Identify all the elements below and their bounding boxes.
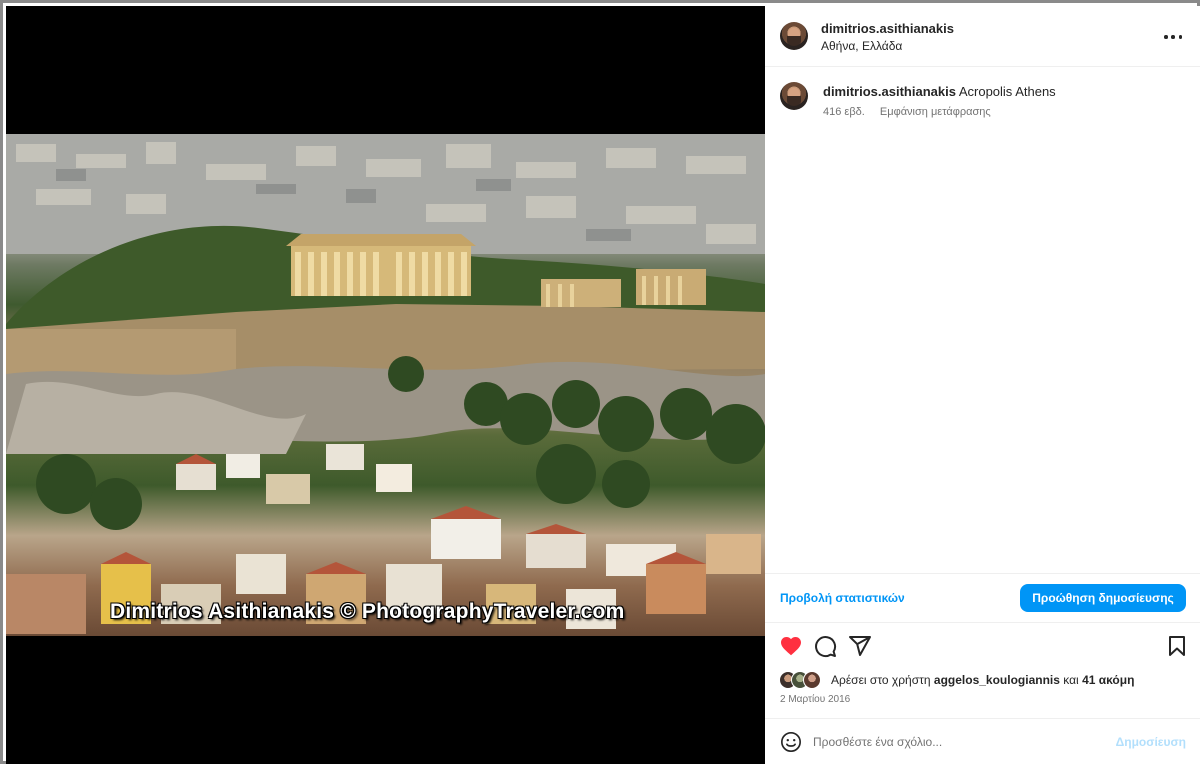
acropolis-photo-illustration [6, 134, 765, 634]
post-date[interactable]: 2 Μαρτίου 2016 [780, 694, 850, 705]
likes-prefix: Αρέσει στο χρήστη [831, 673, 931, 687]
post-location[interactable]: Αθήνα, Ελλάδα [821, 39, 902, 53]
caption-body: Acropolis Athens [958, 84, 1056, 99]
post-header: dimitrios.asithianakis Αθήνα, Ελλάδα [765, 6, 1200, 67]
post-caption: dimitrios.asithianakis Acropolis Athens … [765, 68, 1200, 573]
post-media[interactable]: Dimitrios Asithianakis © PhotographyTrav… [6, 6, 765, 764]
caption-age[interactable]: 416 εβδ. [823, 106, 865, 118]
post-photo: Dimitrios Asithianakis © PhotographyTrav… [6, 134, 765, 636]
comment-icon[interactable] [813, 634, 837, 658]
caption-username[interactable]: dimitrios.asithianakis [823, 84, 956, 99]
caption-avatar[interactable] [780, 82, 808, 110]
heart-filled-icon[interactable] [779, 634, 803, 658]
emoji-icon[interactable] [780, 731, 802, 753]
liker-username[interactable]: aggelos_koulogiannis [934, 673, 1060, 687]
share-icon[interactable] [848, 634, 872, 658]
photo-watermark: Dimitrios Asithianakis © PhotographyTrav… [110, 600, 625, 623]
caption-text: dimitrios.asithianakis Acropolis Athens [823, 84, 1056, 99]
comment-bar: Δημοσίευση [765, 718, 1200, 764]
caption-meta: 416 εβδ. Εμφάνιση μετάφρασης [823, 106, 991, 118]
post-comment-button[interactable]: Δημοσίευση [1116, 735, 1186, 749]
post-side-panel: dimitrios.asithianakis Αθήνα, Ελλάδα dim… [765, 6, 1200, 764]
likes-conjunction: και [1063, 673, 1079, 687]
liker-avatars [779, 671, 827, 689]
author-avatar[interactable] [780, 22, 808, 50]
likes-others-count[interactable]: 41 ακόμη [1082, 673, 1134, 687]
see-translation-link[interactable]: Εμφάνιση μετάφρασης [880, 106, 991, 118]
more-horizontal-icon[interactable] [1164, 28, 1182, 46]
boost-post-button[interactable]: Προώθηση δημοσίευσης [1020, 584, 1186, 612]
likes-summary[interactable]: Αρέσει στο χρήστη aggelos_koulogiannis κ… [779, 670, 1134, 690]
author-username[interactable]: dimitrios.asithianakis [821, 21, 954, 36]
post-actions [765, 624, 1200, 664]
comment-input[interactable] [813, 730, 1113, 754]
browser-frame: Dimitrios Asithianakis © PhotographyTrav… [0, 0, 1200, 764]
insights-bar: Προβολή στατιστικών Προώθηση δημοσίευσης [765, 573, 1200, 623]
bookmark-icon[interactable] [1165, 634, 1189, 658]
view-insights-link[interactable]: Προβολή στατιστικών [780, 591, 905, 605]
